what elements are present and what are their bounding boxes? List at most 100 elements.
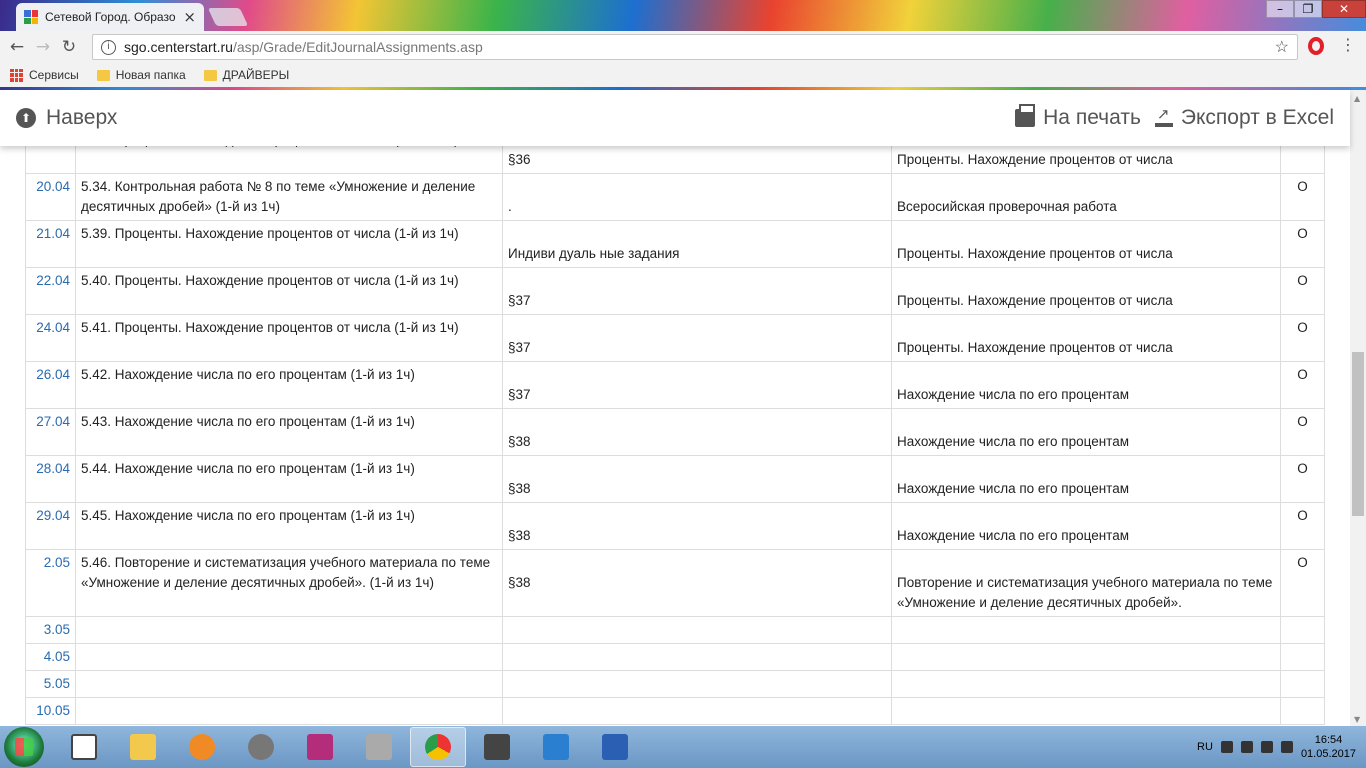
- lesson-date-link[interactable]: 5.05: [25, 670, 76, 698]
- mark-cell[interactable]: [1280, 643, 1325, 671]
- start-button[interactable]: [4, 727, 44, 767]
- mark-cell[interactable]: О: [1280, 267, 1325, 315]
- lesson-title-cell[interactable]: 5.34. Контрольная работа № 8 по теме «Ум…: [75, 173, 503, 221]
- lesson-date-link[interactable]: 2.05: [25, 549, 76, 617]
- homework-cell[interactable]: .: [502, 173, 892, 221]
- taskbar-word[interactable]: [587, 727, 643, 767]
- browser-tab[interactable]: Сетевой Город. Образо ×: [16, 3, 204, 31]
- lesson-date-link[interactable]: 20.04: [25, 173, 76, 221]
- mark-cell[interactable]: О: [1280, 502, 1325, 550]
- taskbar-scanner[interactable]: [469, 727, 525, 767]
- topic-cell[interactable]: Проценты. Нахождение процентов от числа: [891, 267, 1281, 315]
- lesson-title-cell[interactable]: 5.39. Проценты. Нахождение процентов от …: [75, 220, 503, 268]
- lesson-title-cell[interactable]: 5.41. Проценты. Нахождение процентов от …: [75, 314, 503, 362]
- lesson-title-cell[interactable]: [75, 670, 503, 698]
- lesson-date-link[interactable]: 21.04: [25, 220, 76, 268]
- print-link[interactable]: На печать: [1043, 106, 1141, 130]
- new-tab-button[interactable]: [207, 8, 249, 26]
- lesson-title-cell[interactable]: 5.42. Нахождение числа по его процентам …: [75, 361, 503, 409]
- mark-cell[interactable]: О: [1280, 361, 1325, 409]
- scroll-down-icon[interactable]: ▼: [1354, 715, 1360, 724]
- lesson-date-link[interactable]: 26.04: [25, 361, 76, 409]
- address-bar[interactable]: i sgo.centerstart.ru/asp/Grade/EditJourn…: [92, 34, 1298, 60]
- lesson-date-link[interactable]: 10.05: [25, 697, 76, 725]
- topic-cell[interactable]: Проценты. Нахождение процентов от числа: [891, 314, 1281, 362]
- homework-cell[interactable]: [502, 697, 892, 725]
- topic-cell[interactable]: [891, 670, 1281, 698]
- bookmark-folder-new[interactable]: Новая папка: [96, 68, 186, 82]
- homework-cell[interactable]: Индиви дуаль ные задания: [502, 220, 892, 268]
- back-arrow-icon[interactable]: ←: [4, 37, 30, 57]
- lesson-title-cell[interactable]: 5.46. Повторение и систематизация учебно…: [75, 549, 503, 617]
- minimize-icon[interactable]: –: [1266, 0, 1294, 18]
- homework-cell[interactable]: §38: [502, 549, 892, 617]
- topic-cell[interactable]: [891, 643, 1281, 671]
- network-icon[interactable]: [1240, 741, 1253, 753]
- taskbar-media-center[interactable]: [233, 727, 289, 767]
- taskbar-archiver[interactable]: [292, 727, 348, 767]
- arrow-up-icon[interactable]: ⬆: [16, 108, 36, 128]
- reload-icon[interactable]: ↻: [56, 37, 82, 57]
- lesson-title-cell[interactable]: [75, 616, 503, 644]
- clock[interactable]: 16:54 01.05.2017: [1301, 733, 1356, 761]
- homework-cell[interactable]: [502, 616, 892, 644]
- bluetooth-icon[interactable]: [1280, 741, 1293, 753]
- topic-cell[interactable]: Проценты. Нахождение процентов от числа: [891, 220, 1281, 268]
- topic-cell[interactable]: Нахождение числа по его процентам: [891, 361, 1281, 409]
- lesson-date-link[interactable]: 4.05: [25, 643, 76, 671]
- mark-cell[interactable]: О: [1280, 314, 1325, 362]
- mark-cell[interactable]: О: [1280, 408, 1325, 456]
- topic-cell[interactable]: [891, 697, 1281, 725]
- topic-cell[interactable]: Нахождение числа по его процентам: [891, 502, 1281, 550]
- taskbar-chrome[interactable]: [410, 727, 466, 767]
- lesson-date-link[interactable]: 24.04: [25, 314, 76, 362]
- printer-icon[interactable]: [1015, 104, 1036, 127]
- lesson-title-cell[interactable]: 5.44. Нахождение числа по его процентам …: [75, 455, 503, 503]
- mark-cell[interactable]: [1280, 616, 1325, 644]
- topic-cell[interactable]: Всеросийская проверочная работа: [891, 173, 1281, 221]
- lesson-title-cell[interactable]: 5.43. Нахождение числа по его процентам …: [75, 408, 503, 456]
- lesson-date-link[interactable]: 28.04: [25, 455, 76, 503]
- export-icon[interactable]: [1154, 105, 1173, 127]
- homework-cell[interactable]: §38: [502, 408, 892, 456]
- back-to-top-link[interactable]: Наверх: [46, 106, 117, 130]
- mark-cell[interactable]: О: [1280, 173, 1325, 221]
- taskbar-explorer[interactable]: [115, 727, 171, 767]
- lesson-title-cell[interactable]: [75, 697, 503, 725]
- homework-cell[interactable]: §36: [502, 146, 892, 174]
- lesson-title-cell[interactable]: 5.45. Нахождение числа по его процентам …: [75, 502, 503, 550]
- topic-cell[interactable]: Нахождение числа по его процентам: [891, 408, 1281, 456]
- window-close-icon[interactable]: ✕: [1322, 0, 1366, 18]
- topic-cell[interactable]: Нахождение числа по его процентам: [891, 455, 1281, 503]
- opera-extension-icon[interactable]: [1308, 37, 1324, 55]
- lesson-date-link[interactable]: 22.04: [25, 267, 76, 315]
- bookmark-star-icon[interactable]: ☆: [1275, 37, 1289, 57]
- vertical-scrollbar[interactable]: ▲ ▼: [1350, 90, 1366, 726]
- homework-cell[interactable]: [502, 670, 892, 698]
- scroll-up-icon[interactable]: ▲: [1354, 94, 1360, 103]
- lesson-title-cell[interactable]: 5.38. Проценты. Нахождение процентов от …: [75, 146, 503, 174]
- lesson-date-link[interactable]: 19.04: [25, 146, 76, 174]
- homework-cell[interactable]: §38: [502, 502, 892, 550]
- lesson-title-cell[interactable]: 5.40. Проценты. Нахождение процентов от …: [75, 267, 503, 315]
- export-excel-link[interactable]: Экспорт в Excel: [1181, 106, 1334, 130]
- topic-cell[interactable]: Повторение и систематизация учебного мат…: [891, 549, 1281, 617]
- mark-cell[interactable]: [1280, 697, 1325, 725]
- close-tab-icon[interactable]: ×: [183, 8, 196, 26]
- forward-arrow-icon[interactable]: →: [30, 37, 56, 57]
- flag-icon[interactable]: [1260, 741, 1273, 753]
- mark-cell[interactable]: О: [1280, 146, 1325, 174]
- language-indicator[interactable]: RU: [1197, 741, 1213, 753]
- info-icon[interactable]: i: [101, 39, 116, 55]
- lesson-date-link[interactable]: 3.05: [25, 616, 76, 644]
- lesson-title-cell[interactable]: [75, 643, 503, 671]
- taskbar-tools[interactable]: [351, 727, 407, 767]
- homework-cell[interactable]: §37: [502, 267, 892, 315]
- browser-menu-icon[interactable]: ⋮: [1340, 35, 1356, 54]
- mark-cell[interactable]: О: [1280, 220, 1325, 268]
- taskbar-security[interactable]: [528, 727, 584, 767]
- scrollbar-thumb[interactable]: [1352, 352, 1364, 516]
- lesson-date-link[interactable]: 29.04: [25, 502, 76, 550]
- topic-cell[interactable]: [891, 616, 1281, 644]
- bookmark-apps[interactable]: Сервисы: [10, 68, 79, 82]
